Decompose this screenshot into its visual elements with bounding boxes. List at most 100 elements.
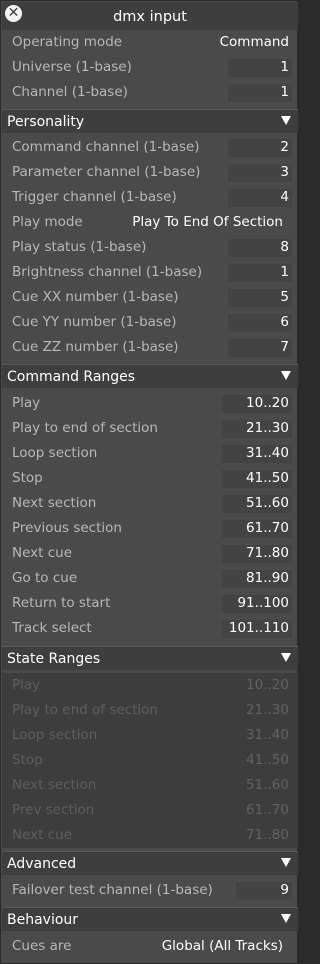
failover-channel-field[interactable]: 9 bbox=[280, 882, 289, 898]
cue-xx-label: Cue XX number (1-base) bbox=[12, 289, 179, 305]
parameter-channel-label: Parameter channel (1-base) bbox=[12, 164, 201, 180]
cmd-range-field[interactable]: 81..90 bbox=[246, 570, 289, 586]
state-range-label: Next cue bbox=[12, 827, 73, 843]
failover-channel-row: Failover test channel (1-base) 9 bbox=[2, 878, 298, 903]
state-range-play-row: Play 10..20 bbox=[2, 673, 298, 698]
state-range-stop-row: Stop 41..50 bbox=[2, 748, 298, 773]
command-channel-row: Command channel (1-base) 2 bbox=[2, 135, 298, 160]
cue-zz-label: Cue ZZ number (1-base) bbox=[12, 339, 179, 355]
section-title: State Ranges bbox=[7, 651, 101, 667]
cmd-range-return-row: Return to start 91..100 bbox=[2, 591, 298, 616]
play-status-field[interactable]: 8 bbox=[280, 239, 289, 255]
state-range-next-section-row: Next section 51..60 bbox=[2, 773, 298, 798]
cmd-range-loop-row: Loop section 31..40 bbox=[2, 441, 298, 466]
failover-channel-label: Failover test channel (1-base) bbox=[12, 882, 213, 898]
cues-are-dropdown[interactable]: Global (All Tracks) bbox=[162, 938, 283, 954]
state-range-field: 61..70 bbox=[246, 802, 289, 818]
state-range-label: Prev section bbox=[12, 802, 95, 818]
section-personality[interactable]: Personality bbox=[2, 109, 298, 133]
state-range-prev-section-row: Prev section 61..70 bbox=[2, 798, 298, 823]
collapse-arrow-icon[interactable] bbox=[281, 116, 291, 125]
play-mode-dropdown[interactable]: Play To End Of Section bbox=[132, 214, 283, 230]
section-title: Personality bbox=[7, 114, 85, 130]
state-range-play-to-end-row: Play to end of section 21..30 bbox=[2, 698, 298, 723]
state-range-label: Next section bbox=[12, 777, 97, 793]
collapse-arrow-icon[interactable] bbox=[281, 371, 291, 380]
cue-zz-field[interactable]: 7 bbox=[280, 339, 289, 355]
brightness-channel-row: Brightness channel (1-base) 1 bbox=[2, 260, 298, 285]
cmd-range-label: Return to start bbox=[12, 595, 111, 611]
brightness-channel-field[interactable]: 1 bbox=[280, 264, 289, 280]
state-range-field: 21..30 bbox=[246, 702, 289, 718]
trigger-channel-field[interactable]: 4 bbox=[280, 189, 289, 205]
state-range-loop-row: Loop section 31..40 bbox=[2, 723, 298, 748]
cue-yy-label: Cue YY number (1-base) bbox=[12, 314, 177, 330]
state-range-label: Play to end of section bbox=[12, 702, 158, 718]
cmd-range-prev-section-row: Previous section 61..70 bbox=[2, 516, 298, 541]
play-status-label: Play status (1-base) bbox=[12, 239, 147, 255]
channel-row: Channel (1-base) 1 bbox=[2, 80, 298, 105]
operating-mode-dropdown[interactable]: Command bbox=[220, 34, 289, 50]
section-title: Advanced bbox=[7, 856, 77, 872]
universe-field[interactable]: 1 bbox=[280, 59, 289, 75]
cmd-range-label: Stop bbox=[12, 470, 43, 486]
cmd-range-stop-row: Stop 41..50 bbox=[2, 466, 298, 491]
cmd-range-field[interactable]: 21..30 bbox=[246, 420, 289, 436]
section-advanced[interactable]: Advanced bbox=[2, 851, 298, 875]
cmd-range-label: Previous section bbox=[12, 520, 122, 536]
cue-xx-row: Cue XX number (1-base) 5 bbox=[2, 285, 298, 310]
cue-yy-field[interactable]: 6 bbox=[280, 314, 289, 330]
cmd-range-track-select-row: Track select 101..110 bbox=[2, 616, 298, 641]
cue-xx-field[interactable]: 5 bbox=[280, 289, 289, 305]
section-command-ranges[interactable]: Command Ranges bbox=[2, 364, 298, 388]
collapse-arrow-icon[interactable] bbox=[281, 858, 291, 867]
collapse-arrow-icon[interactable] bbox=[281, 653, 291, 662]
channel-label: Channel (1-base) bbox=[12, 84, 128, 100]
state-range-label: Play bbox=[12, 677, 41, 693]
operating-mode-row[interactable]: Operating mode Command bbox=[2, 30, 298, 55]
section-title: Command Ranges bbox=[7, 369, 136, 385]
command-channel-field[interactable]: 2 bbox=[280, 139, 289, 155]
operating-mode-label: Operating mode bbox=[12, 34, 123, 50]
cmd-range-field[interactable]: 10..20 bbox=[246, 395, 289, 411]
state-range-field: 51..60 bbox=[246, 777, 289, 793]
cmd-range-next-section-row: Next section 51..60 bbox=[2, 491, 298, 516]
cmd-range-label: Play to end of section bbox=[12, 420, 158, 436]
play-status-row: Play status (1-base) 8 bbox=[2, 235, 298, 260]
cmd-range-label: Loop section bbox=[12, 445, 98, 461]
cmd-range-field[interactable]: 71..80 bbox=[246, 545, 289, 561]
state-range-field: 10..20 bbox=[246, 677, 289, 693]
dmx-input-panel: ✕ dmx input Operating mode Command Unive… bbox=[0, 0, 298, 964]
state-range-label: Stop bbox=[12, 752, 43, 768]
parameter-channel-field[interactable]: 3 bbox=[280, 164, 289, 180]
section-behaviour[interactable]: Behaviour bbox=[2, 907, 298, 931]
cmd-range-field[interactable]: 101..110 bbox=[229, 620, 289, 636]
state-range-label: Loop section bbox=[12, 727, 98, 743]
trigger-channel-row: Trigger channel (1-base) 4 bbox=[2, 185, 298, 210]
cmd-range-play-row: Play 10..20 bbox=[2, 391, 298, 416]
collapse-arrow-icon[interactable] bbox=[281, 914, 291, 923]
section-state-ranges[interactable]: State Ranges bbox=[2, 646, 298, 670]
command-channel-label: Command channel (1-base) bbox=[12, 139, 200, 155]
universe-row: Universe (1-base) 1 bbox=[2, 55, 298, 80]
cmd-range-next-cue-row: Next cue 71..80 bbox=[2, 541, 298, 566]
cue-yy-row: Cue YY number (1-base) 6 bbox=[2, 310, 298, 335]
cmd-range-label: Next section bbox=[12, 495, 97, 511]
cmd-range-label: Next cue bbox=[12, 545, 73, 561]
section-title: Behaviour bbox=[7, 912, 79, 928]
cue-zz-row: Cue ZZ number (1-base) 7 bbox=[2, 335, 298, 360]
trigger-channel-label: Trigger channel (1-base) bbox=[12, 189, 177, 205]
panel-title: dmx input bbox=[113, 9, 187, 25]
play-mode-label: Play mode bbox=[12, 214, 83, 230]
cmd-range-field[interactable]: 31..40 bbox=[246, 445, 289, 461]
cmd-range-field[interactable]: 91..100 bbox=[237, 595, 289, 611]
state-range-next-cue-row: Next cue 71..80 bbox=[2, 823, 298, 848]
universe-label: Universe (1-base) bbox=[12, 59, 132, 75]
play-mode-row: Play mode Play To End Of Section bbox=[2, 210, 298, 235]
cmd-range-field[interactable]: 51..60 bbox=[246, 495, 289, 511]
cmd-range-field[interactable]: 61..70 bbox=[246, 520, 289, 536]
channel-field[interactable]: 1 bbox=[280, 84, 289, 100]
cmd-range-field[interactable]: 41..50 bbox=[246, 470, 289, 486]
cmd-range-label: Go to cue bbox=[12, 570, 78, 586]
cues-are-label: Cues are bbox=[12, 938, 72, 954]
